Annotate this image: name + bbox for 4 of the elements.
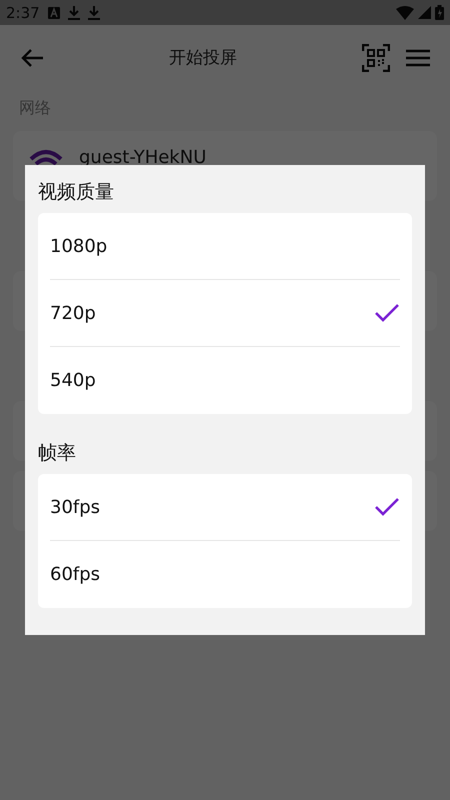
page-title: 开始投屏 <box>168 47 238 69</box>
dialog-section-title: 帧率 <box>38 441 77 466</box>
network-name: guest-YHekNU <box>79 147 206 168</box>
dialog-section-title: 视频质量 <box>38 180 115 205</box>
